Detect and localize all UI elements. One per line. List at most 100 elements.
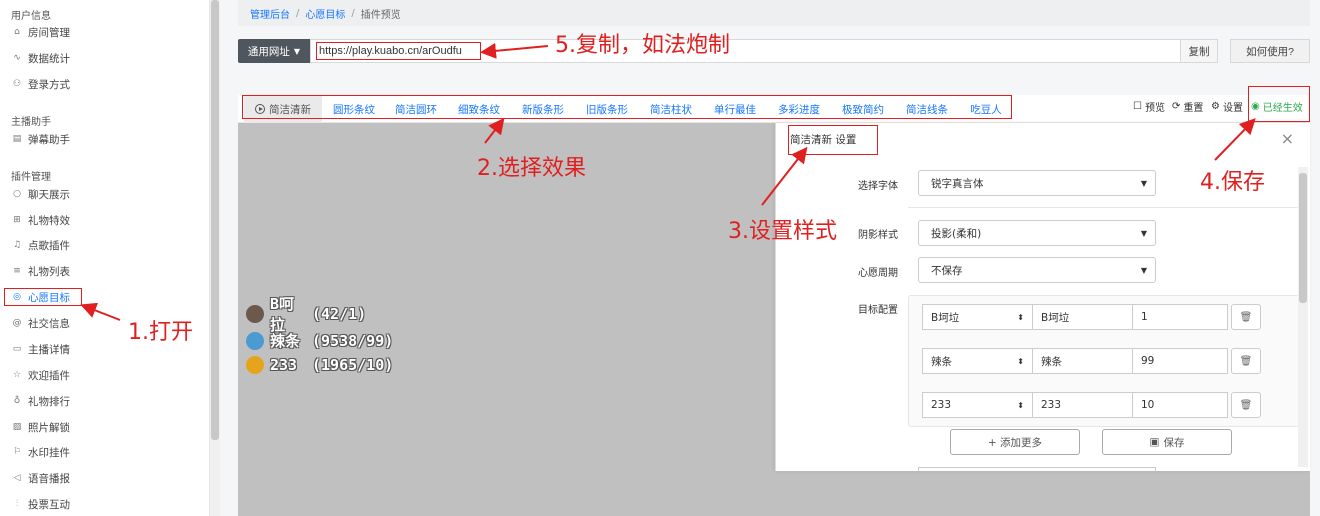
sidebar-item-label: 主播详情 <box>28 343 70 356</box>
annotation-box-panel-title <box>788 125 878 155</box>
list-icon: ≡ <box>13 266 21 276</box>
next-select-partial[interactable] <box>918 467 1156 471</box>
home-icon: ⌂ <box>14 27 20 37</box>
sidebar-section-title: 主播助手 <box>11 117 51 128</box>
gift-select-value: 233 <box>931 399 952 411</box>
preview-gift-count: (9538/99) <box>312 331 394 350</box>
sidebar-section-title: 用户信息 <box>11 11 51 22</box>
sidebar-item-room[interactable]: ⌂ 房间管理 <box>4 22 200 42</box>
preview-gift-name: 233 <box>270 356 298 374</box>
target-row: 辣条 ⬍ 辣条 99 🗑 <box>922 348 1261 374</box>
delete-button[interactable]: 🗑 <box>1231 304 1261 330</box>
sidebar-item-label: 礼物特效 <box>28 214 70 227</box>
gear-icon: ⚙ <box>1211 100 1220 112</box>
sidebar-item-watermark[interactable]: ⚐ 水印挂件 <box>4 442 200 462</box>
sidebar-item-song[interactable]: ♫ 点歌插件 <box>4 235 200 255</box>
updown-icon: ⬍ <box>1017 400 1024 410</box>
url-input[interactable] <box>310 39 1218 63</box>
trash-icon: 🗑 <box>1239 355 1253 367</box>
flag-icon: ⚐ <box>12 447 22 457</box>
cycle-select[interactable]: 不保存 ▼ <box>918 257 1156 283</box>
shadow-select[interactable]: 投影(柔和) ▼ <box>918 220 1156 246</box>
checkbox-icon: ☐ <box>1133 100 1142 112</box>
sidebar-item-danmu[interactable]: ▤ 弹幕助手 <box>4 129 200 149</box>
cycle-value: 不保存 <box>931 264 963 277</box>
gift-select-value: 辣条 <box>931 355 952 368</box>
preview-row: 233 (1965/10) <box>246 356 393 374</box>
gift-avatar <box>246 305 264 323</box>
sidebar-item-gift-effect[interactable]: ⊞ 礼物特效 <box>4 210 200 230</box>
gift-select[interactable]: B坷垃 ⬍ <box>922 304 1033 330</box>
reset-button[interactable]: ⟳ 重置 <box>1172 99 1204 114</box>
reset-label: 重置 <box>1183 102 1204 114</box>
sidebar-item-gift-rank[interactable]: ♁ 礼物排行 <box>4 391 200 411</box>
sidebar-scrollbar[interactable] <box>210 0 220 516</box>
gift-avatar <box>246 356 264 374</box>
sidebar-item-label: 房间管理 <box>28 26 70 39</box>
music-icon: ♫ <box>12 240 22 250</box>
annotation-step2: 2.选择效果 <box>477 156 586 181</box>
sidebar-item-vote[interactable]: ⫶ 投票互动 <box>4 494 200 514</box>
preview-label: 预览 <box>1144 102 1165 114</box>
chart-line-icon: ∿ <box>13 53 21 63</box>
gift-select[interactable]: 辣条 ⬍ <box>922 348 1033 374</box>
sidebar-item-label: 礼物列表 <box>28 265 70 278</box>
font-value: 锐字真言体 <box>931 177 984 190</box>
at-icon: @ <box>12 318 22 328</box>
gift-icon: ⊞ <box>13 215 21 225</box>
sidebar-item-label: 语音播报 <box>28 472 70 485</box>
star-icon: ☆ <box>12 370 22 380</box>
url-type-dropdown[interactable]: 通用网址 ▼ <box>238 39 310 63</box>
breadcrumb-separator: / <box>296 7 300 19</box>
panel-scrollbar[interactable] <box>1298 167 1308 467</box>
medal-icon: ♁ <box>13 396 21 406</box>
gift-select[interactable]: 233 ⬍ <box>922 392 1033 418</box>
window-icon: ▤ <box>12 134 22 144</box>
sidebar-section-title: 插件管理 <box>11 172 51 183</box>
sidebar-item-photo[interactable]: ▨ 照片解锁 <box>4 417 200 437</box>
sidebar: 用户信息 ⌂ 房间管理 ∿ 数据统计 ⚇ 登录方式 主播助手 ▤ 弹幕助手 插件… <box>0 0 210 516</box>
breadcrumb-home[interactable]: 管理后台 <box>250 6 290 21</box>
settings-button[interactable]: ⚙ 设置 <box>1211 99 1243 114</box>
help-button[interactable]: 如何使用? <box>1230 39 1310 63</box>
annotation-step3: 3.设置样式 <box>728 219 837 244</box>
save-button[interactable]: ▣ 保存 <box>1102 429 1232 455</box>
goal-input[interactable]: 10 <box>1132 392 1228 418</box>
preview-gift-count: (42/1) <box>312 305 367 323</box>
delete-button[interactable]: 🗑 <box>1231 348 1261 374</box>
gift-select-value: B坷垃 <box>931 311 960 324</box>
close-icon[interactable]: × <box>1281 129 1294 148</box>
divider <box>908 207 1308 208</box>
settings-label: 设置 <box>1222 102 1243 114</box>
sidebar-scrollbar-thumb[interactable] <box>211 0 219 440</box>
preview-row: 辣条 (9538/99) <box>246 330 393 351</box>
sidebar-item-voice[interactable]: ◁ 语音播报 <box>4 468 200 488</box>
annotation-box-status <box>1248 86 1310 122</box>
font-select[interactable]: 锐字真言体 ▼ <box>918 170 1156 196</box>
sidebar-item-gift-list[interactable]: ≡ 礼物列表 <box>4 261 200 281</box>
copy-button[interactable]: 复制 <box>1180 39 1218 63</box>
preview-gift-name: 辣条 <box>270 332 301 350</box>
card-icon: ▭ <box>12 344 22 354</box>
gift-name-input[interactable]: 辣条 <box>1032 348 1133 374</box>
gift-name-input[interactable]: B坷垃 <box>1032 304 1133 330</box>
gift-name-input[interactable]: 233 <box>1032 392 1133 418</box>
goal-input[interactable]: 99 <box>1132 348 1228 374</box>
delete-button[interactable]: 🗑 <box>1231 392 1261 418</box>
trash-icon: 🗑 <box>1239 399 1253 411</box>
annotation-step4: 4.保存 <box>1200 170 1265 195</box>
sidebar-item-label: 水印挂件 <box>28 446 70 459</box>
sidebar-item-label: 投票互动 <box>28 498 70 511</box>
sidebar-item-stats[interactable]: ∿ 数据统计 <box>4 48 200 68</box>
sidebar-item-chat[interactable]: ○ 聊天展示 <box>4 184 200 204</box>
sidebar-item-welcome[interactable]: ☆ 欢迎插件 <box>4 365 200 385</box>
sidebar-item-login[interactable]: ⚇ 登录方式 <box>4 74 200 94</box>
shadow-value: 投影(柔和) <box>931 227 982 240</box>
goal-input[interactable]: 1 <box>1132 304 1228 330</box>
breadcrumb-parent[interactable]: 心愿目标 <box>305 6 345 21</box>
breadcrumb: 管理后台 / 心愿目标 / 插件预览 <box>238 0 1310 26</box>
preview-toggle[interactable]: ☐ 预览 <box>1133 99 1165 114</box>
panel-scrollbar-thumb[interactable] <box>1299 173 1307 303</box>
caret-down-icon: ▼ <box>1140 266 1147 275</box>
add-more-button[interactable]: + 添加更多 <box>950 429 1080 455</box>
